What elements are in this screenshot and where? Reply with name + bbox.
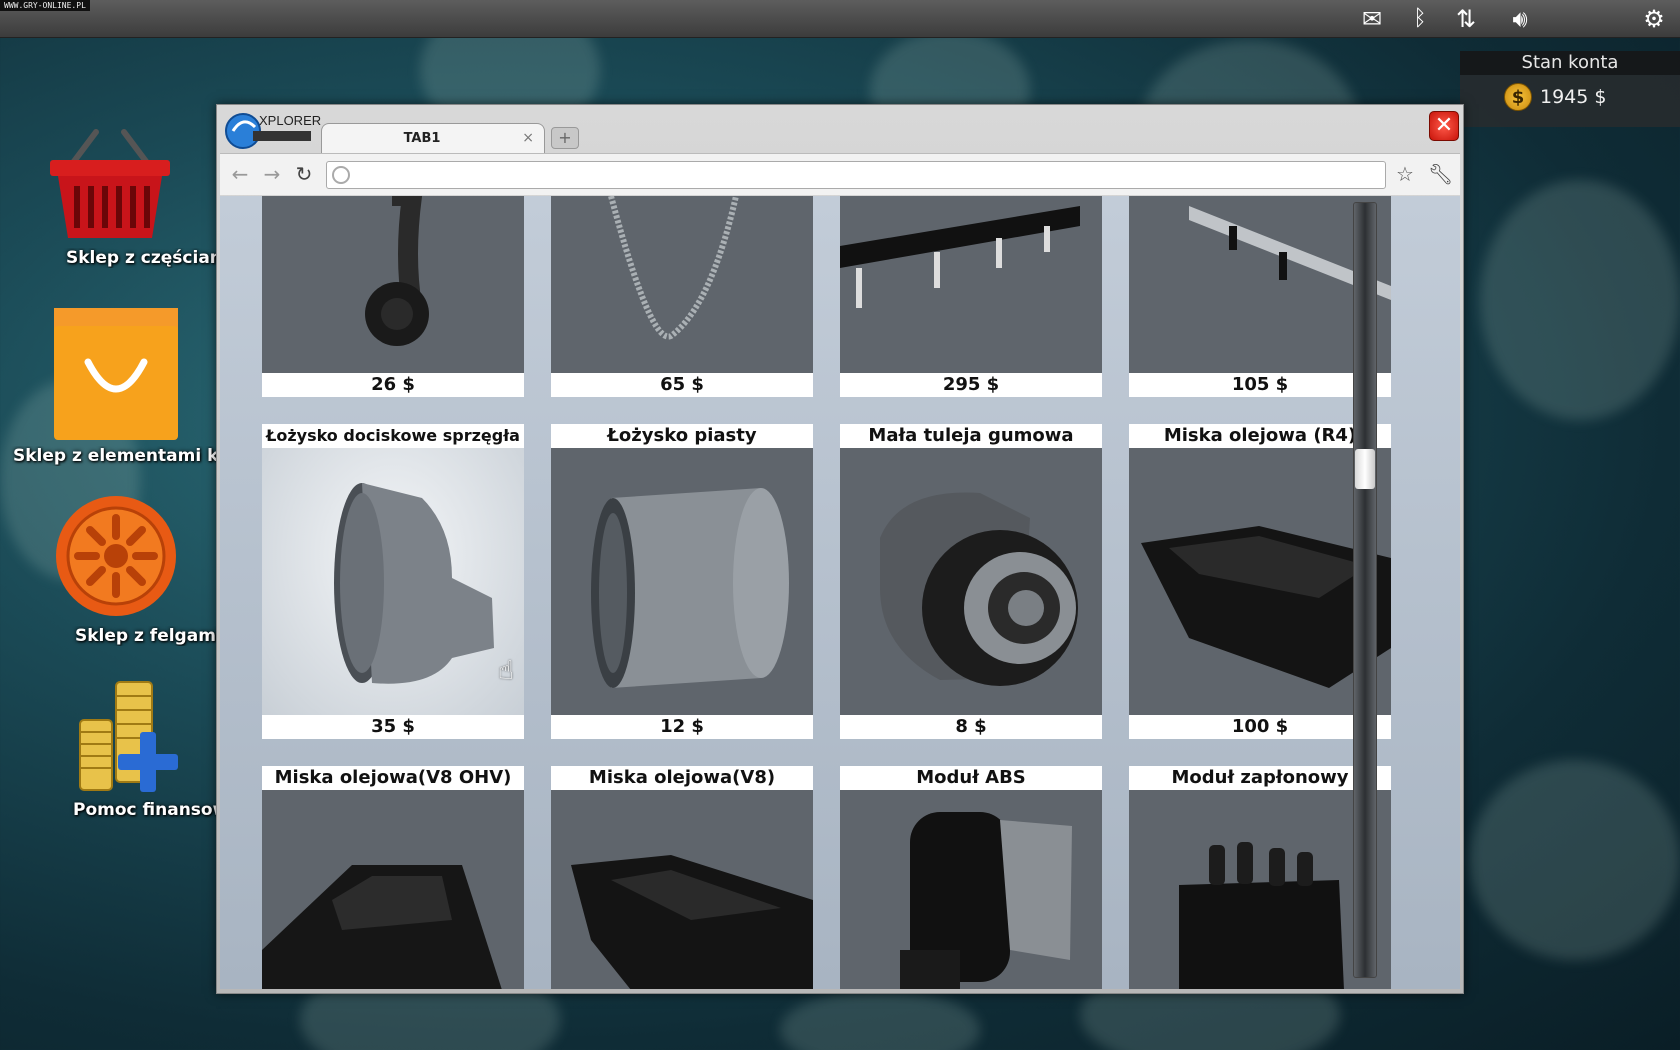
product-image	[551, 196, 813, 373]
product-image	[262, 448, 524, 715]
desktop-label-parts-shop: Sklep z częściami	[66, 248, 216, 268]
product-name: Moduł zapłonowy	[1129, 766, 1391, 790]
product-name: Moduł ABS	[840, 766, 1102, 790]
speaker-icon[interactable]: 🔊︎	[1502, 4, 1538, 34]
browser-window: XPLORER TAB1 × + ✕ ← → ↻ ☆ 🔧︎ 26 $ 65 $ …	[216, 104, 1464, 994]
account-balance: 1945 $	[1540, 86, 1607, 108]
bookmark-star-icon[interactable]: ☆	[1396, 162, 1414, 186]
account-panel: Stan konta $ 1945 $	[1460, 51, 1680, 127]
scrollbar-thumb[interactable]	[1355, 449, 1375, 489]
updown-arrows-icon[interactable]: ⇅	[1448, 4, 1484, 34]
logo-text: XPLORER	[259, 113, 322, 128]
product-name: Łożysko dociskowe sprzęgła	[262, 424, 524, 448]
product-image	[1129, 790, 1391, 989]
product-name: Miska olejowa(V8)	[551, 766, 813, 790]
tab-1[interactable]: TAB1 ×	[321, 123, 545, 155]
address-bar[interactable]	[326, 161, 1386, 189]
desktop-label-financial-help: Pomoc finansowa	[73, 800, 216, 820]
desktop-shortcut-rims-shop[interactable]: Sklep z felgami	[0, 492, 216, 646]
product-image	[840, 790, 1102, 989]
reload-icon[interactable]: ↻	[292, 162, 316, 186]
globe-icon	[332, 166, 350, 184]
basket-icon	[50, 129, 170, 238]
desktop-label-body-shop: Sklep z elementami karoserii	[13, 446, 216, 466]
watermark: WWW.GRY-ONLINE.PL	[0, 0, 90, 11]
product-name: Łożysko piasty	[551, 424, 813, 448]
product-price: 105 $	[1129, 373, 1391, 397]
product-image	[840, 448, 1102, 715]
product-image	[840, 196, 1102, 373]
product-image	[551, 448, 813, 715]
account-title: Stan konta	[1460, 51, 1680, 75]
shop-content: 26 $ 65 $ 295 $ 105 $ Łożysko dociskowe …	[220, 196, 1460, 989]
tab-close-icon[interactable]: ×	[522, 130, 534, 146]
wheel-rim-icon	[56, 496, 176, 616]
browser-toolbar: ← → ↻ ☆ 🔧︎	[220, 153, 1460, 195]
product-name: Miska olejowa(V8 OHV)	[262, 766, 524, 790]
power-icon[interactable]: ⚙	[1636, 4, 1672, 34]
coin-icon: $	[1504, 83, 1532, 111]
shopping-bag-icon	[54, 308, 178, 440]
product-name: Mała tuleja gumowa	[840, 424, 1102, 448]
product-price: 295 $	[840, 373, 1102, 397]
product-price: 100 $	[1129, 715, 1391, 739]
mouse-cursor-icon: ☝︎	[498, 656, 514, 686]
product-image	[1129, 196, 1391, 373]
desktop-label-rims-shop: Sklep z felgami	[75, 626, 216, 646]
product-name: Miska olejowa (R4)	[1129, 424, 1391, 448]
wrench-icon[interactable]: 🔧︎	[1428, 162, 1453, 186]
system-top-bar: ✉ ᛒ ⇅ 🔊︎ ⚙	[0, 0, 1680, 38]
coins-plus-icon	[79, 681, 178, 792]
desktop-shortcut-financial-help[interactable]: Pomoc finansowa	[0, 680, 216, 820]
product-price: 12 $	[551, 715, 813, 739]
bluetooth-icon[interactable]: ᛒ	[1402, 4, 1438, 34]
forward-arrow-icon[interactable]: →	[260, 162, 284, 186]
back-arrow-icon[interactable]: ←	[228, 162, 252, 186]
desktop-shortcut-parts-shop[interactable]: Sklep z częściami	[0, 124, 216, 268]
tab-label: TAB1	[403, 131, 441, 146]
product-image	[262, 790, 524, 989]
product-price: 65 $	[551, 373, 813, 397]
desktop-shortcut-body-shop[interactable]: Sklep z elementami karoserii	[0, 306, 216, 466]
product-price: 8 $	[840, 715, 1102, 739]
vertical-scrollbar[interactable]	[1353, 202, 1377, 978]
envelope-icon[interactable]: ✉	[1354, 4, 1390, 34]
product-image	[551, 790, 813, 989]
product-image	[262, 196, 524, 373]
product-image	[1129, 448, 1391, 715]
new-tab-button[interactable]: +	[551, 127, 579, 149]
product-price: 35 $	[262, 715, 524, 739]
close-window-button[interactable]: ✕	[1429, 111, 1459, 141]
xplorer-logo: XPLORER	[223, 109, 321, 149]
product-price: 26 $	[262, 373, 524, 397]
